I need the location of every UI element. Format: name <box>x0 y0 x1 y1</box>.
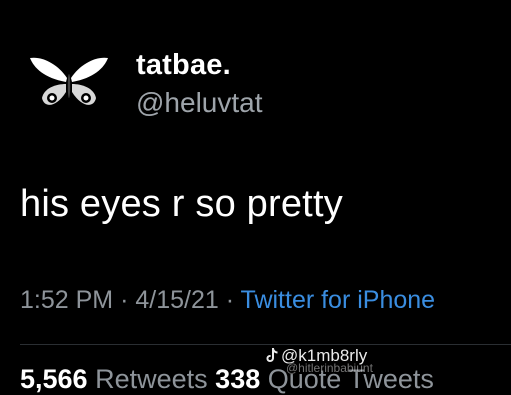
tweet-date[interactable]: 4/15/21 <box>135 286 218 314</box>
tweet-time: 1:52 PM <box>20 286 114 314</box>
butterfly-icon <box>30 57 108 105</box>
tweet-text: his eyes r so pretty <box>20 183 343 225</box>
tweet-meta: 1:52 PM · 4/15/21 · Twitter for iPhone <box>20 284 435 316</box>
retweets-count[interactable]: 5,566 <box>20 364 88 394</box>
retweets-label[interactable]: Retweets <box>95 364 208 394</box>
quotes-count[interactable]: 338 <box>215 364 260 394</box>
tiktok-watermark: @k1mb8rly @hitlerinbabiunt <box>266 346 373 375</box>
divider <box>20 344 511 345</box>
display-name[interactable]: tatbae. <box>136 48 263 82</box>
watermark-subtext: @hitlerinbabiunt <box>286 361 373 375</box>
tiktok-icon <box>266 348 278 362</box>
meta-separator: · <box>120 286 129 314</box>
avatar[interactable] <box>28 52 110 114</box>
meta-separator: · <box>225 286 235 314</box>
tweet-source-link[interactable]: Twitter for iPhone <box>241 286 436 314</box>
user-handle[interactable]: @heluvtat <box>136 86 263 120</box>
tweet-card: tatbae. @heluvtat his eyes r so pretty 1… <box>0 0 511 394</box>
user-block[interactable]: tatbae. @heluvtat <box>136 48 263 120</box>
